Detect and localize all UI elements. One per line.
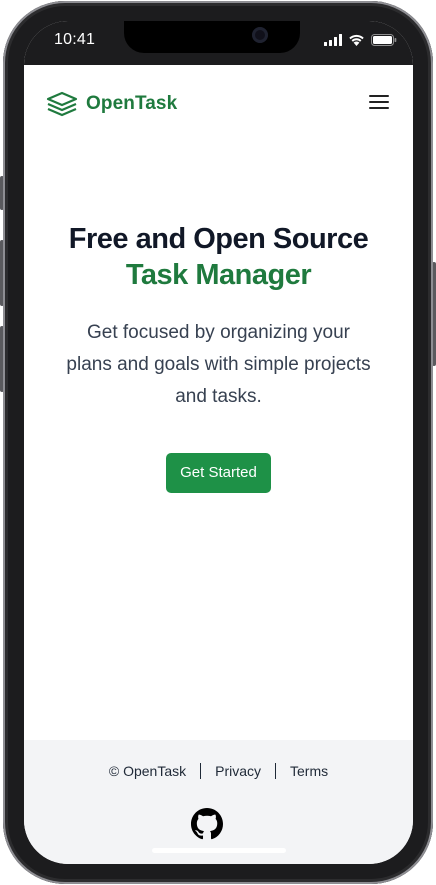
cellular-signal-icon xyxy=(324,34,342,46)
wifi-icon xyxy=(349,34,364,46)
front-camera xyxy=(252,27,268,43)
hero-title-line1: Free and Open Source xyxy=(68,223,369,255)
notch xyxy=(124,21,300,53)
hero-section: Free and Open Source Task Manager Get fo… xyxy=(24,221,413,493)
status-icons xyxy=(324,34,397,46)
privacy-link[interactable]: Privacy xyxy=(215,763,261,779)
footer-separator xyxy=(275,763,277,779)
hero-title-line2: Task Manager xyxy=(125,259,312,291)
terms-link[interactable]: Terms xyxy=(290,763,328,779)
stacked-layers-icon xyxy=(46,91,78,117)
footer-separator xyxy=(200,763,202,779)
copyright-text: © OpenTask xyxy=(108,763,187,779)
app-header: OpenTask xyxy=(24,65,413,143)
device-mockup: 10:41 OpenTask Free and Open Source Task… xyxy=(0,0,436,885)
hamburger-menu-icon[interactable] xyxy=(369,95,389,111)
logo-text: OpenTask xyxy=(86,93,178,114)
status-time: 10:41 xyxy=(54,31,96,48)
hero-description: Get focused by organizing your plans and… xyxy=(66,322,371,407)
get-started-button[interactable]: Get Started xyxy=(166,453,271,493)
logo[interactable]: OpenTask xyxy=(46,90,177,118)
footer: © OpenTask Privacy Terms xyxy=(24,740,413,864)
home-indicator xyxy=(152,848,286,853)
battery-icon xyxy=(371,34,397,46)
status-bar: 10:41 xyxy=(24,21,413,65)
github-icon[interactable] xyxy=(191,808,223,840)
footer-links: © OpenTask Privacy Terms xyxy=(24,763,413,779)
phone-screen: 10:41 OpenTask Free and Open Source Task… xyxy=(24,21,413,864)
